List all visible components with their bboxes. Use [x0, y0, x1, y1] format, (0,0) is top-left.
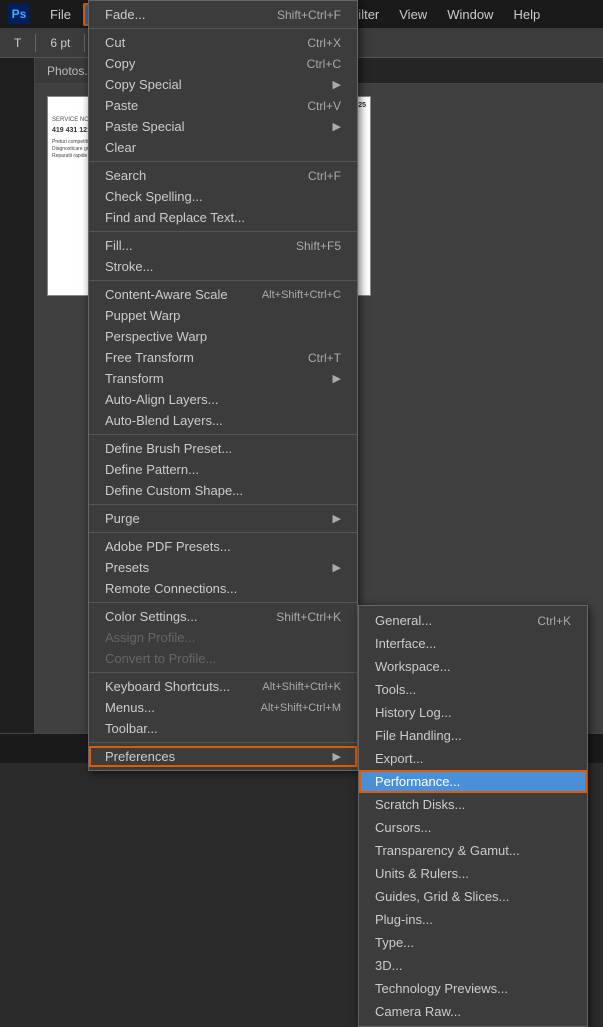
prefs-item-tools[interactable]: Tools... — [359, 678, 587, 701]
menu-item-toolbar[interactable]: Toolbar... — [89, 718, 357, 739]
prefs-plugins-label: Plug-ins... — [375, 912, 433, 927]
menu-item-free-transform[interactable]: Free Transform Ctrl+T — [89, 347, 357, 368]
menu-item-auto-align[interactable]: Auto-Align Layers... — [89, 389, 357, 410]
menu-file[interactable]: File — [42, 5, 79, 24]
prefs-item-scratch-disks[interactable]: Scratch Disks... — [359, 793, 587, 816]
prefs-tools-label: Tools... — [375, 682, 416, 697]
preferences-submenu: General... Ctrl+K Interface... Workspace… — [358, 605, 588, 1027]
menu-item-paste[interactable]: Paste Ctrl+V — [89, 95, 357, 116]
prefs-item-cursors[interactable]: Cursors... — [359, 816, 587, 839]
prefs-general-label: General... — [375, 613, 432, 628]
edit-menu-section-preferences: Preferences ▶ — [89, 743, 357, 770]
prefs-camera-label: Camera Raw... — [375, 1004, 461, 1019]
menu-item-keyboard-shortcuts[interactable]: Keyboard Shortcuts... Alt+Shift+Ctrl+K — [89, 676, 357, 697]
edit-menu-section-fade: Fade... Shift+Ctrl+F — [89, 1, 357, 29]
edit-menu-dropdown: Fade... Shift+Ctrl+F Cut Ctrl+X Copy Ctr… — [88, 0, 358, 771]
menu-item-copy[interactable]: Copy Ctrl+C — [89, 53, 357, 74]
edit-menu-section-fill: Fill... Shift+F5 Stroke... — [89, 232, 357, 281]
prefs-item-export[interactable]: Export... — [359, 747, 587, 770]
prefs-workspace-label: Workspace... — [375, 659, 451, 674]
prefs-scratch-label: Scratch Disks... — [375, 797, 465, 812]
prefs-export-label: Export... — [375, 751, 423, 766]
menu-item-search[interactable]: Search Ctrl+F — [89, 165, 357, 186]
edit-menu-section-clipboard: Cut Ctrl+X Copy Ctrl+C Copy Special ▶ Pa… — [89, 29, 357, 162]
prefs-item-3d[interactable]: 3D... — [359, 954, 587, 977]
edit-menu-section-define: Define Brush Preset... Define Pattern...… — [89, 435, 357, 505]
toolbar-separator-1 — [35, 34, 36, 52]
menu-item-define-pattern[interactable]: Define Pattern... — [89, 459, 357, 480]
prefs-item-general[interactable]: General... Ctrl+K — [359, 609, 587, 632]
edit-menu-section-presets: Adobe PDF Presets... Presets ▶ Remote Co… — [89, 533, 357, 603]
menu-item-clear[interactable]: Clear — [89, 137, 357, 158]
menu-item-assign-profile: Assign Profile... — [89, 627, 357, 648]
ps-logo: Ps — [8, 4, 30, 24]
menu-item-define-brush[interactable]: Define Brush Preset... — [89, 438, 357, 459]
prefs-item-guides-grid[interactable]: Guides, Grid & Slices... — [359, 885, 587, 908]
prefs-general-shortcut: Ctrl+K — [537, 614, 571, 628]
prefs-item-plugins[interactable]: Plug-ins... — [359, 908, 587, 931]
prefs-item-tech-previews[interactable]: Technology Previews... — [359, 977, 587, 1000]
menu-item-presets[interactable]: Presets ▶ — [89, 557, 357, 578]
edit-menu-section-search: Search Ctrl+F Check Spelling... Find and… — [89, 162, 357, 232]
menu-item-paste-special[interactable]: Paste Special ▶ — [89, 116, 357, 137]
menu-help[interactable]: Help — [505, 5, 548, 24]
menu-item-define-shape[interactable]: Define Custom Shape... — [89, 480, 357, 501]
menu-item-perspective-warp[interactable]: Perspective Warp — [89, 326, 357, 347]
menu-item-color-settings[interactable]: Color Settings... Shift+Ctrl+K — [89, 606, 357, 627]
prefs-3d-label: 3D... — [375, 958, 402, 973]
text-tool-icon: T — [8, 34, 27, 52]
edit-menu-section-transform: Content-Aware Scale Alt+Shift+Ctrl+C Pup… — [89, 281, 357, 435]
prefs-item-file-handling[interactable]: File Handling... — [359, 724, 587, 747]
prefs-item-type[interactable]: Type... — [359, 931, 587, 954]
menu-window[interactable]: Window — [439, 5, 501, 24]
menu-item-remote-connections[interactable]: Remote Connections... — [89, 578, 357, 599]
menu-item-preferences[interactable]: Preferences ▶ — [89, 746, 357, 767]
prefs-units-label: Units & Rulers... — [375, 866, 469, 881]
prefs-type-label: Type... — [375, 935, 414, 950]
prefs-performance-label: Performance... — [375, 774, 460, 789]
prefs-interface-label: Interface... — [375, 636, 436, 651]
prefs-transparency-label: Transparency & Gamut... — [375, 843, 520, 858]
menu-item-transform[interactable]: Transform ▶ — [89, 368, 357, 389]
prefs-history-label: History Log... — [375, 705, 452, 720]
prefs-item-history-log[interactable]: History Log... — [359, 701, 587, 724]
edit-menu-section-purge: Purge ▶ — [89, 505, 357, 533]
prefs-item-interface[interactable]: Interface... — [359, 632, 587, 655]
menu-view[interactable]: View — [391, 5, 435, 24]
prefs-cursors-label: Cursors... — [375, 820, 431, 835]
prefs-guides-label: Guides, Grid & Slices... — [375, 889, 509, 904]
menu-item-purge[interactable]: Purge ▶ — [89, 508, 357, 529]
font-size-field[interactable]: 6 pt — [44, 34, 76, 52]
menu-item-copy-special[interactable]: Copy Special ▶ — [89, 74, 357, 95]
prefs-item-camera-raw[interactable]: Camera Raw... — [359, 1000, 587, 1023]
menu-item-auto-blend[interactable]: Auto-Blend Layers... — [89, 410, 357, 431]
prefs-item-workspace[interactable]: Workspace... — [359, 655, 587, 678]
prefs-item-transparency-gamut[interactable]: Transparency & Gamut... — [359, 839, 587, 862]
edit-menu-section-shortcuts: Keyboard Shortcuts... Alt+Shift+Ctrl+K M… — [89, 673, 357, 743]
prefs-item-performance[interactable]: Performance... — [359, 770, 587, 793]
menu-item-puppet-warp[interactable]: Puppet Warp — [89, 305, 357, 326]
prefs-file-handling-label: File Handling... — [375, 728, 462, 743]
menu-item-content-aware[interactable]: Content-Aware Scale Alt+Shift+Ctrl+C — [89, 284, 357, 305]
toolbar-separator-2 — [84, 34, 85, 52]
menu-item-convert-profile: Convert to Profile... — [89, 648, 357, 669]
menu-item-menus[interactable]: Menus... Alt+Shift+Ctrl+M — [89, 697, 357, 718]
menu-item-check-spelling[interactable]: Check Spelling... — [89, 186, 357, 207]
menu-item-pdf-presets[interactable]: Adobe PDF Presets... — [89, 536, 357, 557]
menu-item-fill[interactable]: Fill... Shift+F5 — [89, 235, 357, 256]
menu-item-find-replace[interactable]: Find and Replace Text... — [89, 207, 357, 228]
edit-menu-section-color: Color Settings... Shift+Ctrl+K Assign Pr… — [89, 603, 357, 673]
left-sidebar — [0, 58, 35, 733]
menu-item-fade[interactable]: Fade... Shift+Ctrl+F — [89, 4, 357, 25]
prefs-tech-label: Technology Previews... — [375, 981, 508, 996]
menu-item-stroke[interactable]: Stroke... — [89, 256, 357, 277]
menu-item-cut[interactable]: Cut Ctrl+X — [89, 32, 357, 53]
prefs-item-units-rulers[interactable]: Units & Rulers... — [359, 862, 587, 885]
